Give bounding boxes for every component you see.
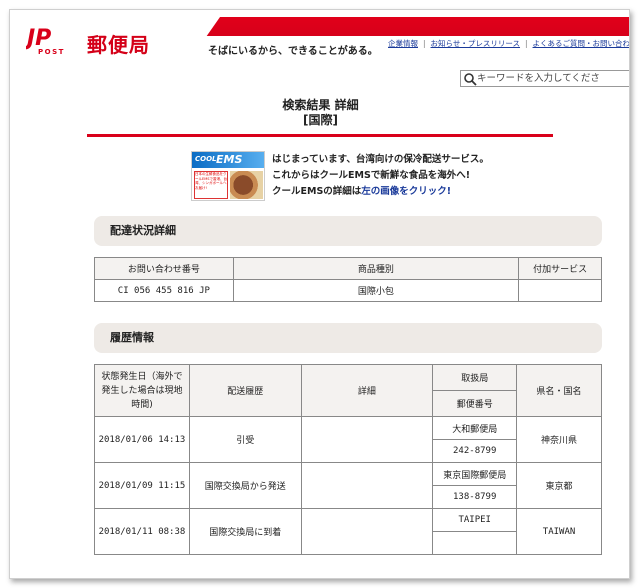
- jp-post-logo-icon[interactable]: JP POST: [26, 24, 80, 56]
- history-region: TAIWAN: [516, 508, 602, 555]
- history-detail: [300, 462, 434, 509]
- link-separator: |: [423, 39, 426, 48]
- search-box[interactable]: [460, 70, 629, 87]
- link-separator: |: [525, 39, 528, 48]
- ems-promo-line2: これからはクールEMSで新鮮な食品を海外へ!: [272, 170, 471, 181]
- history-region: 神奈川県: [516, 416, 602, 463]
- ems-label: EMS: [216, 153, 243, 166]
- history-date: 2018/01/11 08:38: [94, 508, 190, 555]
- col-detail: 詳細: [300, 364, 434, 417]
- table-header-row: お問い合わせ番号 商品種別 付加サービス: [94, 257, 602, 280]
- history-detail: [300, 508, 434, 555]
- history-date: 2018/01/06 14:13: [94, 416, 190, 463]
- history-detail: [300, 416, 434, 463]
- search-input[interactable]: [477, 71, 629, 86]
- table-row: 2018/01/11 08:38 国際交換局に到着 TAIPEI TAIWAN: [94, 508, 602, 555]
- item-type-value: 国際小包: [232, 279, 520, 302]
- page-title-line2: [国際]: [303, 113, 338, 127]
- table-header-row: 状態発生日（海外で発生した場合は現地時間) 配送履歴 詳細 取扱局 県名・国名: [94, 364, 602, 417]
- history-region: 東京都: [516, 462, 602, 509]
- inquiry-number-value: CI 056 455 816 JP: [94, 279, 234, 302]
- history-event: 国際交換局から発送: [188, 462, 302, 509]
- ems-promo-line3-prefix: クールEMSの詳細は: [272, 186, 362, 197]
- delivery-status-table: お問い合わせ番号 商品種別 付加サービス CI 056 455 816 JP 国…: [94, 257, 602, 302]
- col-event: 配送履歴: [188, 364, 302, 417]
- ems-promo-line3: クールEMSの詳細は左の画像をクリック!: [272, 184, 489, 200]
- ems-banner-side-text: 日本の生鮮食品をクールEMSで香港、台湾、シンガポールへお届け!: [195, 172, 227, 190]
- logo-post-text: POST: [38, 48, 65, 56]
- col-region: 県名・国名: [516, 364, 602, 417]
- site-header: JP POST 郵便局 そばにいるから、できることがある。 企業情報 | お知らせ・…: [10, 10, 629, 68]
- page-title: 検索結果 詳細 [国際]: [10, 98, 629, 128]
- logo-text[interactable]: 郵便局: [87, 29, 150, 58]
- link-faq[interactable]: よくあるご質問・お問い合わ: [533, 39, 629, 48]
- history-postcode: 138-8799: [432, 485, 518, 509]
- table-row: CI 056 455 816 JP 国際小包: [94, 279, 602, 302]
- table-row: 2018/01/09 11:15 国際交換局から発送 東京国際郵便局 東京都: [94, 462, 602, 509]
- col-postcode: 郵便番号: [432, 390, 518, 417]
- ems-promo-text: はじまっています、台湾向けの保冷配送サービス。 これからはクールEMSで新鮮な食…: [272, 152, 489, 200]
- history-office: 大和郵便局: [432, 416, 518, 440]
- additional-service-value: [518, 279, 602, 302]
- delivery-status-heading: 配達状況詳細: [94, 216, 602, 246]
- link-corporate-info[interactable]: 企業情報: [388, 39, 418, 48]
- history-office: TAIPEI: [432, 508, 518, 532]
- ems-promo-link[interactable]: 左の画像をクリック!: [361, 186, 451, 197]
- page-frame: JP POST 郵便局 そばにいるから、できることがある。 企業情報 | お知らせ・…: [9, 9, 630, 579]
- table-row: 2018/01/06 14:13 引受 大和郵便局 神奈川県: [94, 416, 602, 463]
- cool-ems-banner-image[interactable]: COOL EMS 日本の生鮮食品をクールEMSで香港、台湾、シンガポールへお届け…: [191, 151, 265, 201]
- history-office: 東京国際郵便局: [432, 462, 518, 486]
- ems-cool-label: COOL: [195, 155, 217, 163]
- top-links: 企業情報 | お知らせ・プレスリリース | よくあるご質問・お問い合わ: [388, 38, 629, 49]
- col-additional-service: 付加サービス: [518, 257, 602, 280]
- link-news-press[interactable]: お知らせ・プレスリリース: [431, 39, 520, 48]
- col-office: 取扱局: [432, 364, 518, 391]
- title-divider: [87, 134, 553, 137]
- col-item-type: 商品種別: [232, 257, 520, 280]
- ems-food-photo: [230, 171, 263, 199]
- col-date: 状態発生日（海外で発生した場合は現地時間): [94, 364, 190, 417]
- history-heading: 履歴情報: [94, 323, 602, 353]
- col-inquiry-number: お問い合わせ番号: [94, 257, 234, 280]
- history-event: 引受: [188, 416, 302, 463]
- page-title-line1: 検索結果 詳細: [282, 98, 359, 112]
- search-icon[interactable]: [463, 72, 477, 86]
- tagline: そばにいるから、できることがある。: [208, 46, 378, 57]
- history-postcode: 242-8799: [432, 439, 518, 463]
- history-table: 状態発生日（海外で発生した場合は現地時間) 配送履歴 詳細 取扱局 県名・国名 …: [94, 364, 602, 555]
- history-date: 2018/01/09 11:15: [94, 462, 190, 509]
- ems-promo-line1: はじまっています、台湾向けの保冷配送サービス。: [272, 154, 489, 165]
- history-postcode: [432, 531, 518, 555]
- history-event: 国際交換局に到着: [188, 508, 302, 555]
